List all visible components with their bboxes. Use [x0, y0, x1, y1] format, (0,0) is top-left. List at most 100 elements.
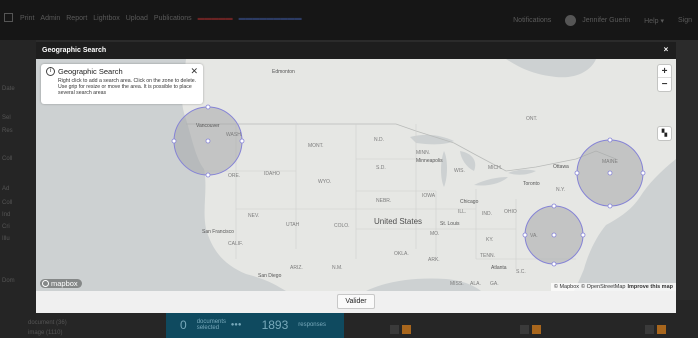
map-label: CALIF.: [228, 241, 244, 247]
map-icon[interactable]: ▚: [658, 127, 671, 140]
map-label: IOWA: [422, 193, 436, 199]
attribution-mapbox[interactable]: © Mapbox: [554, 284, 579, 290]
map-label: MAINE: [602, 159, 618, 165]
app-topbar: Print Admin Report Lightbox Upload Publi…: [0, 0, 698, 40]
map-label: N.Y.: [556, 187, 566, 193]
map-label: COLO.: [334, 223, 350, 229]
info-panel: i Geographic Search ✕ Right click to add…: [41, 64, 203, 104]
nav-print[interactable]: Print: [20, 15, 34, 22]
grip-handle[interactable]: [580, 232, 586, 238]
thumbnail-info-icon[interactable]: [402, 325, 411, 334]
zoom-in-button[interactable]: +: [658, 65, 671, 78]
more-icon[interactable]: ●●●: [231, 322, 242, 328]
sidebar-label: Ind: [2, 212, 11, 218]
grip-handle[interactable]: [205, 138, 211, 144]
map-label: United States: [374, 217, 423, 226]
nav-lightbox[interactable]: Lightbox: [93, 15, 119, 22]
grip-handle[interactable]: [551, 203, 557, 209]
map-label: MISS.: [450, 281, 464, 287]
grip-handle[interactable]: [205, 104, 211, 110]
selected-label: documents selected: [196, 319, 227, 331]
info-title-text: Geographic Search: [58, 67, 123, 76]
nav-report[interactable]: Report: [66, 15, 87, 22]
responses-label: responses: [298, 322, 326, 328]
help-menu[interactable]: Help ▾: [644, 17, 664, 25]
nav-publications[interactable]: Publications: [154, 15, 192, 22]
nav-highlight-blue[interactable]: ▬▬▬▬▬▬▬▬▬: [239, 15, 302, 22]
map-label: Vancouver: [196, 123, 220, 129]
map-label: MICH.: [488, 165, 503, 171]
map-canvas[interactable]: Edmonton Vancouver WASH. MONT. N.D. S.D.…: [36, 59, 676, 291]
facet-image[interactable]: image (1110): [28, 330, 62, 336]
map-label: MO.: [430, 231, 440, 237]
map-label: ORE.: [228, 173, 241, 179]
map-label: NEV.: [248, 213, 260, 219]
map-label: WASH.: [226, 132, 243, 138]
mapbox-logo[interactable]: mapbox: [40, 279, 82, 288]
grip-handle[interactable]: [171, 138, 177, 144]
modal-title: Geographic Search: [42, 47, 107, 54]
top-right: Notifications Jennifer Guerin Help ▾ Sig…: [513, 15, 692, 26]
grip-handle[interactable]: [607, 170, 613, 176]
grip-handle[interactable]: [205, 172, 211, 178]
map-label: GA.: [490, 281, 499, 287]
map-label: S.C.: [516, 269, 526, 275]
selected-count: 0: [180, 318, 187, 332]
top-nav: Print Admin Report Lightbox Upload Publi…: [20, 15, 302, 22]
thumbnail-info-icon[interactable]: [657, 325, 666, 334]
grip-handle[interactable]: [239, 138, 245, 144]
nav-upload[interactable]: Upload: [126, 15, 148, 22]
responses-count: 1893: [261, 318, 289, 332]
avatar[interactable]: [565, 15, 577, 26]
facet-document[interactable]: document (36): [28, 320, 67, 326]
user-name[interactable]: Jennifer Guerin: [582, 17, 630, 24]
sidebar-label: Cri: [2, 224, 10, 230]
geographic-search-modal: Geographic Search × Edmonton Vancouver W…: [36, 42, 676, 313]
map-label: Edmonton: [272, 69, 295, 75]
modal-footer: Valider: [36, 291, 676, 313]
sign-link[interactable]: Sign: [678, 17, 692, 24]
attribution-osm[interactable]: © OpenStreetMap: [581, 284, 625, 290]
grip-handle[interactable]: [551, 261, 557, 267]
thumbnail-zoom-icon[interactable]: [390, 325, 399, 334]
map-label: N.M.: [332, 265, 343, 271]
info-close-icon[interactable]: ✕: [190, 66, 198, 77]
grip-handle[interactable]: [574, 170, 580, 176]
sidebar-label: Dom: [2, 278, 15, 284]
menu-icon[interactable]: [4, 13, 13, 22]
info-title: i Geographic Search: [46, 67, 198, 76]
map-label: UTAH: [286, 222, 300, 228]
submit-button[interactable]: Valider: [337, 294, 375, 309]
sidebar-label: Coll: [2, 200, 13, 206]
thumbnail-zoom-icon[interactable]: [520, 325, 529, 334]
grip-handle[interactable]: [607, 137, 613, 143]
grip-handle[interactable]: [522, 232, 528, 238]
sidebar-label: Res: [2, 128, 13, 134]
grip-handle[interactable]: [551, 232, 557, 238]
map-label: San Francisco: [202, 229, 234, 235]
nav-admin[interactable]: Admin: [40, 15, 60, 22]
map-label: ALA.: [470, 281, 481, 287]
improve-map-link[interactable]: Improve this map: [627, 284, 673, 290]
grip-handle[interactable]: [640, 170, 646, 176]
selection-counter: 0 documents selected ●●● 1893 responses: [166, 312, 344, 338]
zoom-controls: + −: [658, 65, 671, 91]
thumbnail-zoom-icon[interactable]: [645, 325, 654, 334]
map-label: OKLA.: [394, 251, 409, 257]
grip-handle[interactable]: [607, 203, 613, 209]
info-icon: i: [46, 67, 55, 76]
notifications-link[interactable]: Notifications: [513, 17, 551, 24]
lake-michigan: [441, 151, 447, 187]
zoom-out-button[interactable]: −: [658, 78, 671, 91]
map-label: WIS.: [454, 168, 465, 174]
map-label: ONT.: [526, 116, 538, 122]
map-label: San Diego: [258, 273, 282, 279]
map-label: Toronto: [523, 181, 540, 187]
mapbox-logo-icon: [42, 280, 49, 287]
nav-highlight-red[interactable]: ▬▬▬▬▬: [198, 15, 233, 22]
thumbnail-info-icon[interactable]: [532, 325, 541, 334]
mapbox-logo-text: mapbox: [51, 279, 78, 288]
search-areas[interactable]: [173, 106, 644, 265]
close-icon[interactable]: ×: [661, 45, 671, 55]
gulf-of-mexico: [366, 278, 481, 291]
